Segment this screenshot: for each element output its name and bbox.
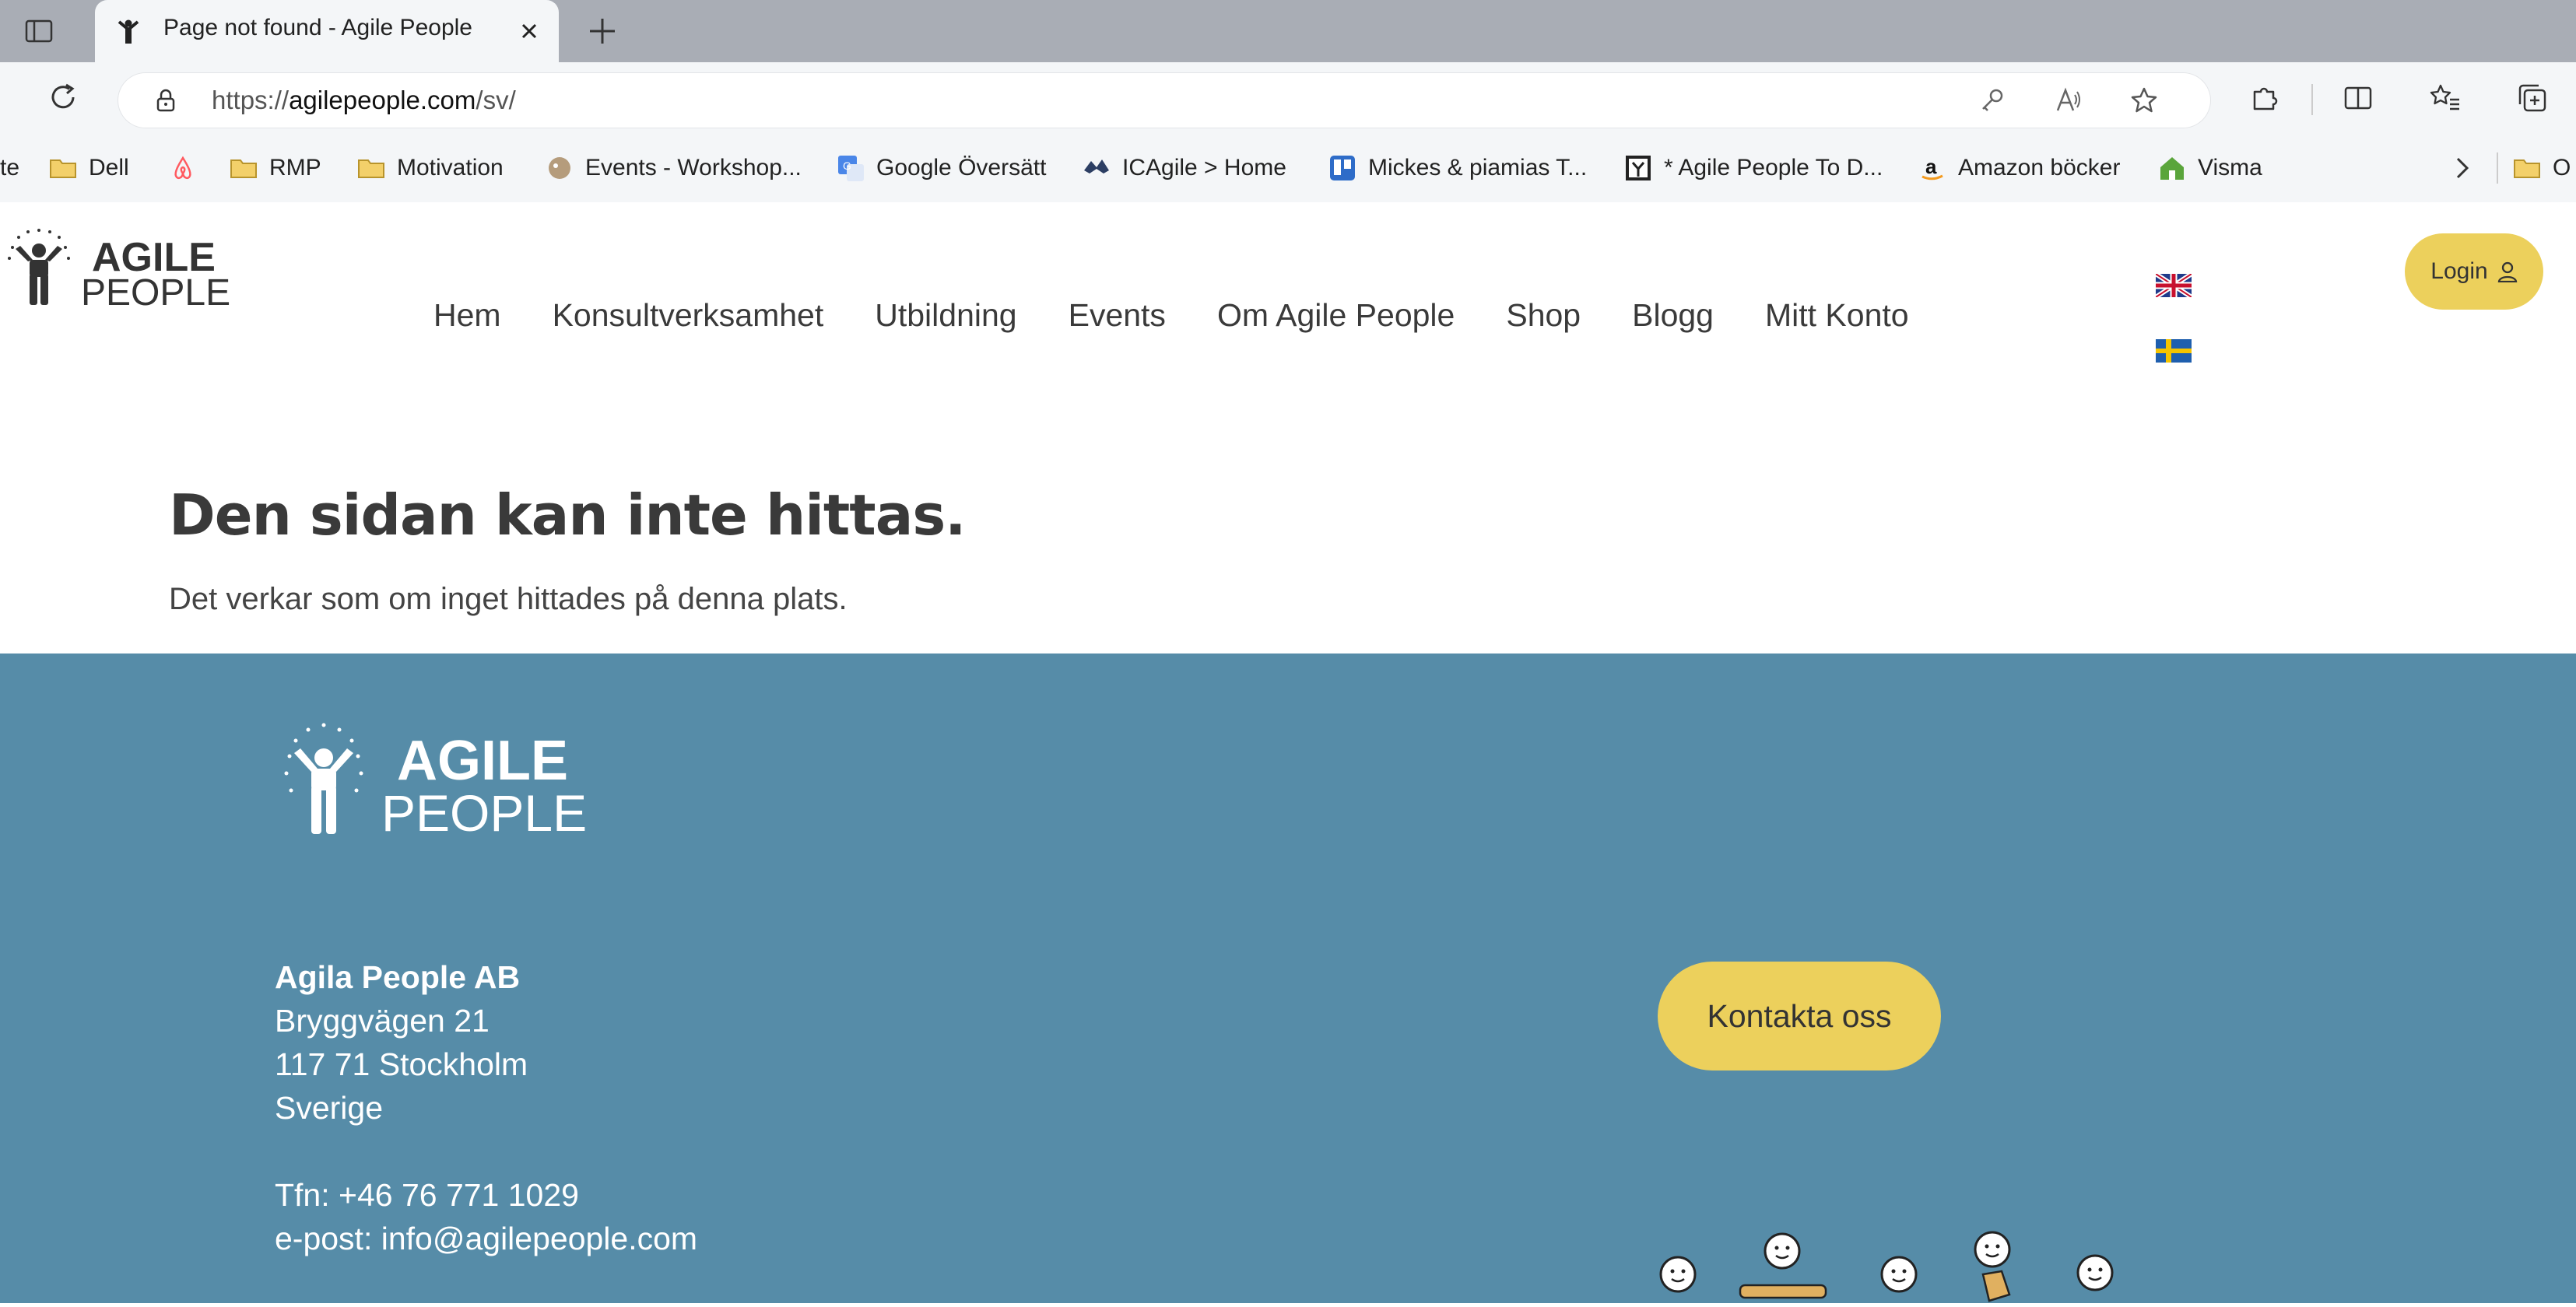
airbnb-icon — [174, 156, 191, 180]
extensions-icon[interactable] — [2247, 81, 2281, 115]
nav-item-events[interactable]: Events — [1069, 297, 1166, 334]
web-page: AGILE PEOPLE Hem Konsultverksamhet Utbil… — [0, 202, 2576, 1303]
home-icon — [2160, 157, 2184, 180]
site-icon — [1084, 159, 1109, 173]
svg-text:AGILE: AGILE — [397, 730, 568, 792]
tab-title: Page not found - Agile People — [163, 15, 472, 40]
toolbar-separator — [2311, 84, 2313, 115]
city-address: 117 71 Stockholm — [275, 1046, 528, 1082]
bookmark-item[interactable]: Mickes & piamias T... — [1328, 152, 1587, 184]
close-tab-icon[interactable] — [514, 16, 545, 47]
nav-item-konsultverksamhet[interactable]: Konsultverksamhet — [553, 297, 824, 334]
svg-text:a: a — [1925, 155, 1937, 178]
contact-us-button[interactable]: Kontakta oss — [1658, 962, 1941, 1070]
sidebar-toggle-icon[interactable] — [23, 16, 54, 47]
country: Sverige — [275, 1090, 384, 1126]
main-nav: Hem Konsultverksamhet Utbildning Events … — [433, 297, 1909, 334]
phone-number[interactable]: Tfn: +46 76 771 1029 — [275, 1173, 697, 1217]
folder-icon — [2514, 159, 2540, 178]
site-footer: AGILE PEOPLE Agila People AB Bryggvägen … — [0, 654, 2576, 1303]
bookmark-item[interactable]: te — [0, 152, 19, 184]
address-bar[interactable]: https://agilepeople.com/sv/ — [118, 73, 2210, 128]
url-text[interactable]: https://agilepeople.com/sv/ — [212, 86, 516, 115]
bookmarks-separator — [2497, 152, 2498, 184]
browser-toolbar: https://agilepeople.com/sv/ — [0, 62, 2576, 137]
nav-item-mitt-konto[interactable]: Mitt Konto — [1765, 297, 1909, 334]
trello-icon — [1330, 156, 1355, 180]
read-aloud-icon[interactable] — [2053, 86, 2083, 115]
uk-flag-icon[interactable] — [2156, 274, 2192, 297]
split-screen-icon[interactable] — [2341, 81, 2375, 115]
site-icon — [549, 157, 570, 179]
site-icon — [1626, 156, 1651, 180]
bookmark-item[interactable]: Dell — [48, 152, 129, 184]
bookmarks-bar: te Dell RMP Motivation Events - Workshop… — [0, 137, 2576, 203]
nav-item-om-agile-people[interactable]: Om Agile People — [1217, 297, 1455, 334]
bookmark-item[interactable]: * Agile People To D... — [1623, 152, 1883, 184]
bookmark-item[interactable]: G Google Översätt — [836, 152, 1046, 184]
collections-icon[interactable] — [2515, 81, 2550, 115]
favorites-icon[interactable] — [2428, 81, 2462, 115]
folder-icon — [358, 159, 384, 178]
bookmark-item[interactable]: a Amazon böcker — [1918, 152, 2120, 184]
chevron-right-icon[interactable] — [2447, 152, 2478, 184]
favorite-star-icon[interactable] — [2129, 86, 2159, 115]
reload-icon[interactable] — [45, 79, 81, 115]
bookmark-item[interactable]: RMP — [229, 152, 321, 184]
agile-people-footer-logo[interactable]: AGILE PEOPLE — [280, 717, 591, 842]
tab-strip: Page not found - Agile People — [0, 0, 2576, 62]
company-name: Agila People AB — [275, 959, 521, 995]
not-found-message: Det verkar som om inget hittades på denn… — [169, 582, 848, 616]
company-address: Agila People AB Bryggvägen 21 117 71 Sto… — [275, 955, 697, 1260]
bookmark-item[interactable]: ICAgile > Home — [1082, 152, 1286, 184]
nav-item-shop[interactable]: Shop — [1506, 297, 1581, 334]
street-address: Bryggvägen 21 — [275, 1003, 490, 1039]
bookmark-item[interactable]: Events - Workshop... — [545, 152, 802, 184]
amazon-icon: a — [1921, 155, 1943, 180]
nav-item-hem[interactable]: Hem — [433, 297, 501, 334]
key-icon[interactable] — [1977, 86, 2006, 115]
page-title: Den sidan kan inte hittas. — [169, 482, 967, 548]
login-button[interactable]: Login — [2405, 233, 2543, 310]
login-label: Login — [2430, 258, 2488, 284]
new-tab-icon[interactable] — [585, 14, 619, 48]
swedish-flag-icon[interactable] — [2156, 339, 2192, 363]
bookmark-item[interactable]: O — [2512, 152, 2571, 184]
translate-icon: G — [838, 156, 864, 181]
svg-text:PEOPLE: PEOPLE — [81, 272, 230, 311]
user-icon — [2497, 261, 2517, 282]
bookmark-item[interactable]: Motivation — [356, 152, 504, 184]
agile-people-logo[interactable]: AGILE PEOPLE — [5, 226, 230, 311]
tab-active[interactable]: Page not found - Agile People — [95, 0, 559, 62]
bookmark-item[interactable] — [168, 152, 209, 184]
bookmark-item[interactable]: Visma — [2157, 152, 2262, 184]
cartoon-people-illustration — [1659, 1231, 2114, 1302]
folder-icon — [230, 159, 257, 178]
agile-people-favicon-icon — [118, 19, 139, 44]
folder-icon — [50, 159, 76, 178]
lock-icon[interactable] — [153, 87, 179, 114]
nav-item-blogg[interactable]: Blogg — [1632, 297, 1714, 334]
svg-text:PEOPLE: PEOPLE — [381, 784, 587, 842]
email-address[interactable]: e-post: info@agilepeople.com — [275, 1217, 697, 1260]
svg-text:G: G — [843, 159, 851, 172]
nav-item-utbildning[interactable]: Utbildning — [875, 297, 1016, 334]
